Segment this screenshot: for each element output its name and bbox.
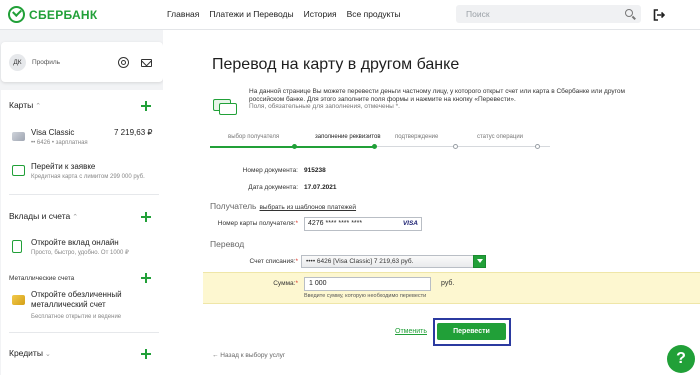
metal-label: Металлические счета <box>9 275 75 282</box>
card-icon <box>12 132 25 141</box>
deposits-section-title[interactable]: Вклады и счета ⌃ <box>9 211 78 221</box>
profile-card: ДК Профиль <box>1 42 163 82</box>
step-status: статус операции <box>477 134 524 140</box>
add-deposit-icon[interactable] <box>141 212 151 222</box>
step-confirm: подтверждение <box>395 134 439 140</box>
chevron-down-icon[interactable] <box>473 255 486 268</box>
metal-sub: Бесплатное открытие и ведение <box>31 314 122 320</box>
info-text: На данной странице Вы можете перевести д… <box>249 88 625 110</box>
doc-date-value: 17.07.2021 <box>304 184 337 191</box>
card-number-label: Номер карты получателя:* <box>217 220 298 227</box>
products-panel: Карты ⌃ Visa Classic 7 219,63 ₽ •• 6426 •… <box>1 90 163 375</box>
debit-account-select[interactable]: •••• 6426 [Visa Classic] 7 219,63 руб. <box>301 255 486 268</box>
doc-number-label: Номер документа: <box>242 167 298 174</box>
logout-icon[interactable] <box>653 9 665 21</box>
card-sub: •• 6426 • зарплатная <box>31 140 88 146</box>
cards-section-title[interactable]: Карты ⌃ <box>9 100 41 110</box>
card-number-value: 4276 **** **** **** <box>308 220 363 227</box>
main-nav: Главная Платежи и Переводы История Все п… <box>167 9 401 19</box>
nav-all-products[interactable]: Все продукты <box>347 9 401 19</box>
step-dot <box>372 144 377 149</box>
add-credit-icon[interactable] <box>141 349 151 359</box>
top-bar: СБЕРБАНК Главная Платежи и Переводы Исто… <box>0 0 700 30</box>
card-balance: 7 219,63 ₽ <box>114 128 153 137</box>
add-metal-account-icon[interactable] <box>141 273 151 283</box>
amount-input[interactable]: 1 000 <box>304 277 431 291</box>
help-chat-icon[interactable]: ? <box>667 345 695 373</box>
logo-icon <box>8 6 25 23</box>
gold-bar-icon <box>12 295 25 305</box>
deposit-title[interactable]: Откройте вклад онлайн <box>31 238 119 247</box>
page-title: Перевод на карту в другом банке <box>212 56 460 73</box>
template-link[interactable]: выбрать из шаблонов платежей <box>259 204 356 211</box>
add-card-icon[interactable] <box>141 101 151 111</box>
deposit-sub: Просто, быстро, удобно. От 1000 ₽ <box>31 250 129 256</box>
step-select-recipient: выбор получателя <box>228 134 280 140</box>
step-fill-details: заполнение реквизитов <box>315 134 381 140</box>
divider <box>9 194 159 195</box>
step-dot <box>535 144 540 149</box>
step-dot <box>453 144 458 149</box>
credit-card-offer-icon <box>12 165 25 176</box>
doc-number-value: 915238 <box>304 167 326 174</box>
avatar[interactable]: ДК <box>9 54 26 71</box>
sidebar: ДК Профиль Карты ⌃ Visa Classic 7 219,63 … <box>0 42 163 375</box>
doc-date-label: Дата документа: <box>248 184 298 191</box>
nav-home[interactable]: Главная <box>167 9 199 19</box>
search-icon[interactable] <box>625 9 633 17</box>
profile-link[interactable]: Профиль <box>32 59 60 66</box>
visa-icon: VISA <box>402 220 418 227</box>
card-name[interactable]: Visa Classic <box>31 128 74 137</box>
main-content: Перевод на карту в другом банке На данно… <box>163 30 700 375</box>
apply-sub: Кредитная карта с лимитом 299 000 руб. <box>31 174 145 180</box>
recipient-heading: Получатель выбрать из шаблонов платежей <box>210 201 357 211</box>
amount-highlight <box>203 272 700 304</box>
deposit-icon <box>12 240 22 253</box>
nav-history[interactable]: История <box>304 9 337 19</box>
credits-section-title[interactable]: Кредиты ⌄ <box>9 348 51 358</box>
debit-account-value: •••• 6426 [Visa Classic] 7 219,63 руб. <box>306 258 414 265</box>
mail-icon[interactable] <box>141 59 152 67</box>
transfer-heading: Перевод <box>210 239 245 249</box>
gear-icon[interactable] <box>118 57 129 68</box>
logo-text: СБЕРБАНК <box>29 7 98 22</box>
cancel-link[interactable]: Отменить <box>395 328 427 335</box>
amount-label: Сумма:* <box>273 280 298 287</box>
card-number-input[interactable]: 4276 **** **** **** VISA <box>304 217 422 231</box>
search-input[interactable]: Поиск <box>456 5 641 23</box>
divider <box>9 332 159 333</box>
search-placeholder: Поиск <box>466 9 490 19</box>
sberbank-logo[interactable]: СБЕРБАНК <box>8 6 98 23</box>
chevron-up-icon: ⌃ <box>35 103 42 110</box>
chevron-down-icon: ⌄ <box>44 351 51 358</box>
chevron-up-icon: ⌃ <box>72 214 79 221</box>
nav-payments[interactable]: Платежи и Переводы <box>209 9 293 19</box>
back-link[interactable]: ← Назад к выбору услуг <box>212 352 285 359</box>
currency-label: руб. <box>441 280 455 287</box>
step-dot <box>292 144 297 149</box>
apply-title[interactable]: Перейти к заявке <box>31 162 95 171</box>
amount-hint: Введите сумму, которую необходимо переве… <box>304 293 427 299</box>
submit-button[interactable]: Перевести <box>437 323 506 340</box>
debit-account-label: Счет списания:* <box>249 258 298 265</box>
metal-title[interactable]: Откройте обезличенный металлический счет <box>31 290 151 310</box>
cards-transfer-icon <box>211 93 239 117</box>
